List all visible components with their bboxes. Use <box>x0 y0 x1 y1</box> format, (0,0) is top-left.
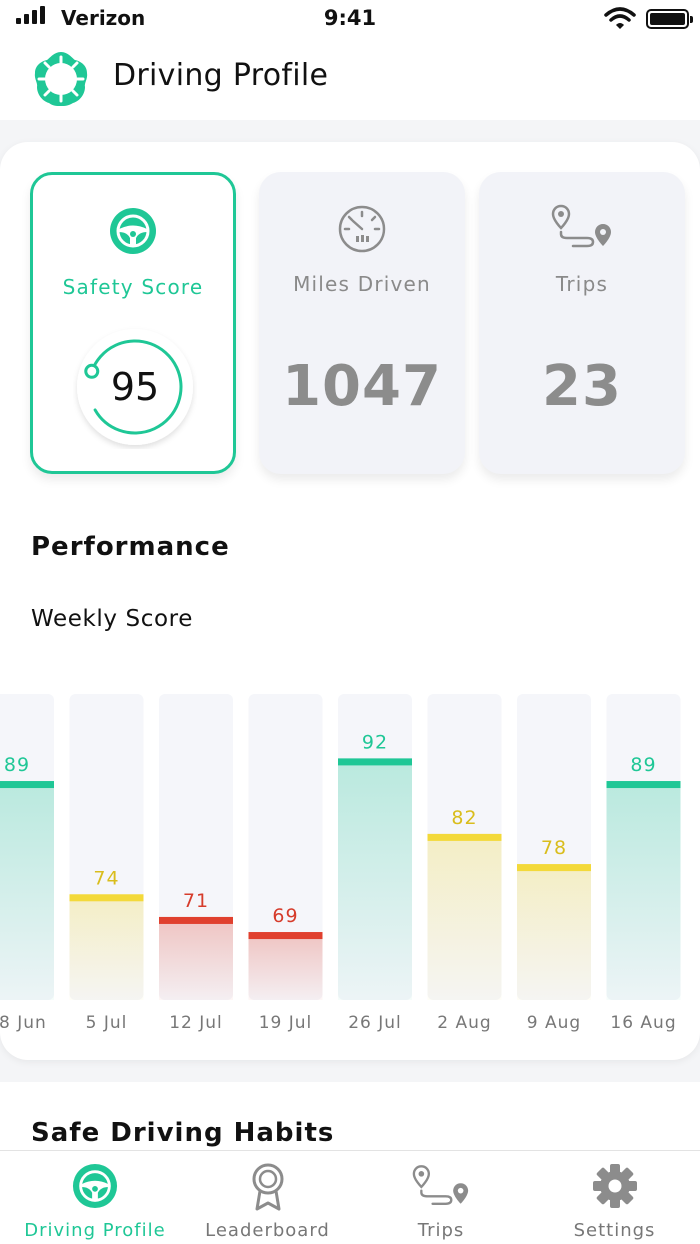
bar-data-label: 89 <box>4 754 30 776</box>
weekly-score-chart: 89 28 Jun 74 5 Jul 71 12 Jul 69 19 Jul 92 26 Jul 8… <box>0 694 681 1033</box>
tab-driving-profile[interactable]: Driving Profile <box>10 1151 180 1244</box>
tab-label: Trips <box>417 1220 465 1241</box>
tab-label: Settings <box>573 1220 656 1241</box>
bar-value-line <box>427 833 502 841</box>
tab-leaderboard[interactable]: Leaderboard <box>190 1151 345 1244</box>
bar-value-line <box>517 864 591 872</box>
bar-fill <box>159 916 233 1000</box>
bar-value-line <box>338 758 412 766</box>
weekly-score-subtitle: Weekly Score <box>31 606 193 632</box>
trips-card[interactable]: Trips 23 <box>479 172 685 474</box>
x-tick-label: 5 Jul <box>86 1013 128 1033</box>
bar-data-label: 74 <box>93 867 119 889</box>
x-tick-label: 2 Aug <box>437 1013 491 1033</box>
bar-fill <box>606 781 681 1000</box>
bar-data-label: 69 <box>272 905 298 927</box>
x-tick-label: 12 Jul <box>169 1013 223 1033</box>
app-header: Driving Profile <box>0 40 700 120</box>
bar-value-line <box>606 781 681 789</box>
bar-data-label: 92 <box>362 731 388 753</box>
route-icon <box>412 1165 469 1205</box>
bar-value-line <box>248 932 323 940</box>
bar-fill <box>69 894 144 1000</box>
miles-driven-value: 1047 <box>282 354 442 419</box>
safety-score-card[interactable]: Safety Score 95 <box>30 172 236 474</box>
status-bar: Verizon 9:41 <box>0 0 700 40</box>
bar-fill <box>0 781 54 1000</box>
route-icon <box>551 204 611 248</box>
steering-wheel-icon <box>72 1163 118 1209</box>
app-logo-icon <box>34 52 88 106</box>
status-time: 9:41 <box>323 6 377 30</box>
tab-trips[interactable]: Trips <box>365 1151 517 1244</box>
steering-wheel-icon <box>110 208 156 254</box>
bar-fill <box>248 932 323 1000</box>
bar-data-label: 71 <box>183 890 209 912</box>
bar-fill <box>427 833 502 1000</box>
x-tick-label: 16 Aug <box>610 1013 676 1033</box>
bar-fill <box>338 758 412 1000</box>
page-title: Driving Profile <box>113 58 329 93</box>
trips-value: 23 <box>542 354 622 419</box>
gear-icon <box>592 1164 637 1208</box>
x-tick-label: 28 Jun <box>0 1013 47 1033</box>
miles-driven-card[interactable]: Miles Driven 1047 <box>259 172 465 474</box>
battery-icon <box>646 9 693 29</box>
tab-settings[interactable]: Settings <box>537 1151 692 1244</box>
bar-data-label: 89 <box>630 754 656 776</box>
bar-value-line <box>0 781 54 789</box>
tab-label: Leaderboard <box>205 1220 330 1241</box>
bar-value-line <box>69 894 144 902</box>
bar-value-line <box>159 916 233 924</box>
award-ribbon-icon <box>252 1163 283 1211</box>
trips-label: Trips <box>555 272 609 296</box>
safety-score-value: 95 <box>110 365 160 409</box>
safe-driving-habits-title: Safe Driving Habits <box>31 1118 335 1148</box>
x-tick-label: 9 Aug <box>527 1013 581 1033</box>
speedometer-icon <box>338 205 386 253</box>
safety-score-label: Safety Score <box>62 275 204 299</box>
tab-label: Driving Profile <box>24 1220 166 1241</box>
bottom-tab-bar: Driving Profile Leaderboard Trips Settin… <box>0 1150 700 1244</box>
driving-profile-card: Safety Score 95 Miles Driven 1047 Trips … <box>0 142 700 1060</box>
performance-title: Performance <box>31 532 230 562</box>
x-tick-label: 19 Jul <box>259 1013 313 1033</box>
bar-fill <box>517 864 591 1000</box>
bar-data-label: 82 <box>451 807 477 829</box>
x-tick-label: 26 Jul <box>348 1013 402 1033</box>
miles-driven-label: Miles Driven <box>293 272 431 296</box>
bar-data-label: 78 <box>541 837 567 859</box>
wifi-icon <box>604 7 636 29</box>
